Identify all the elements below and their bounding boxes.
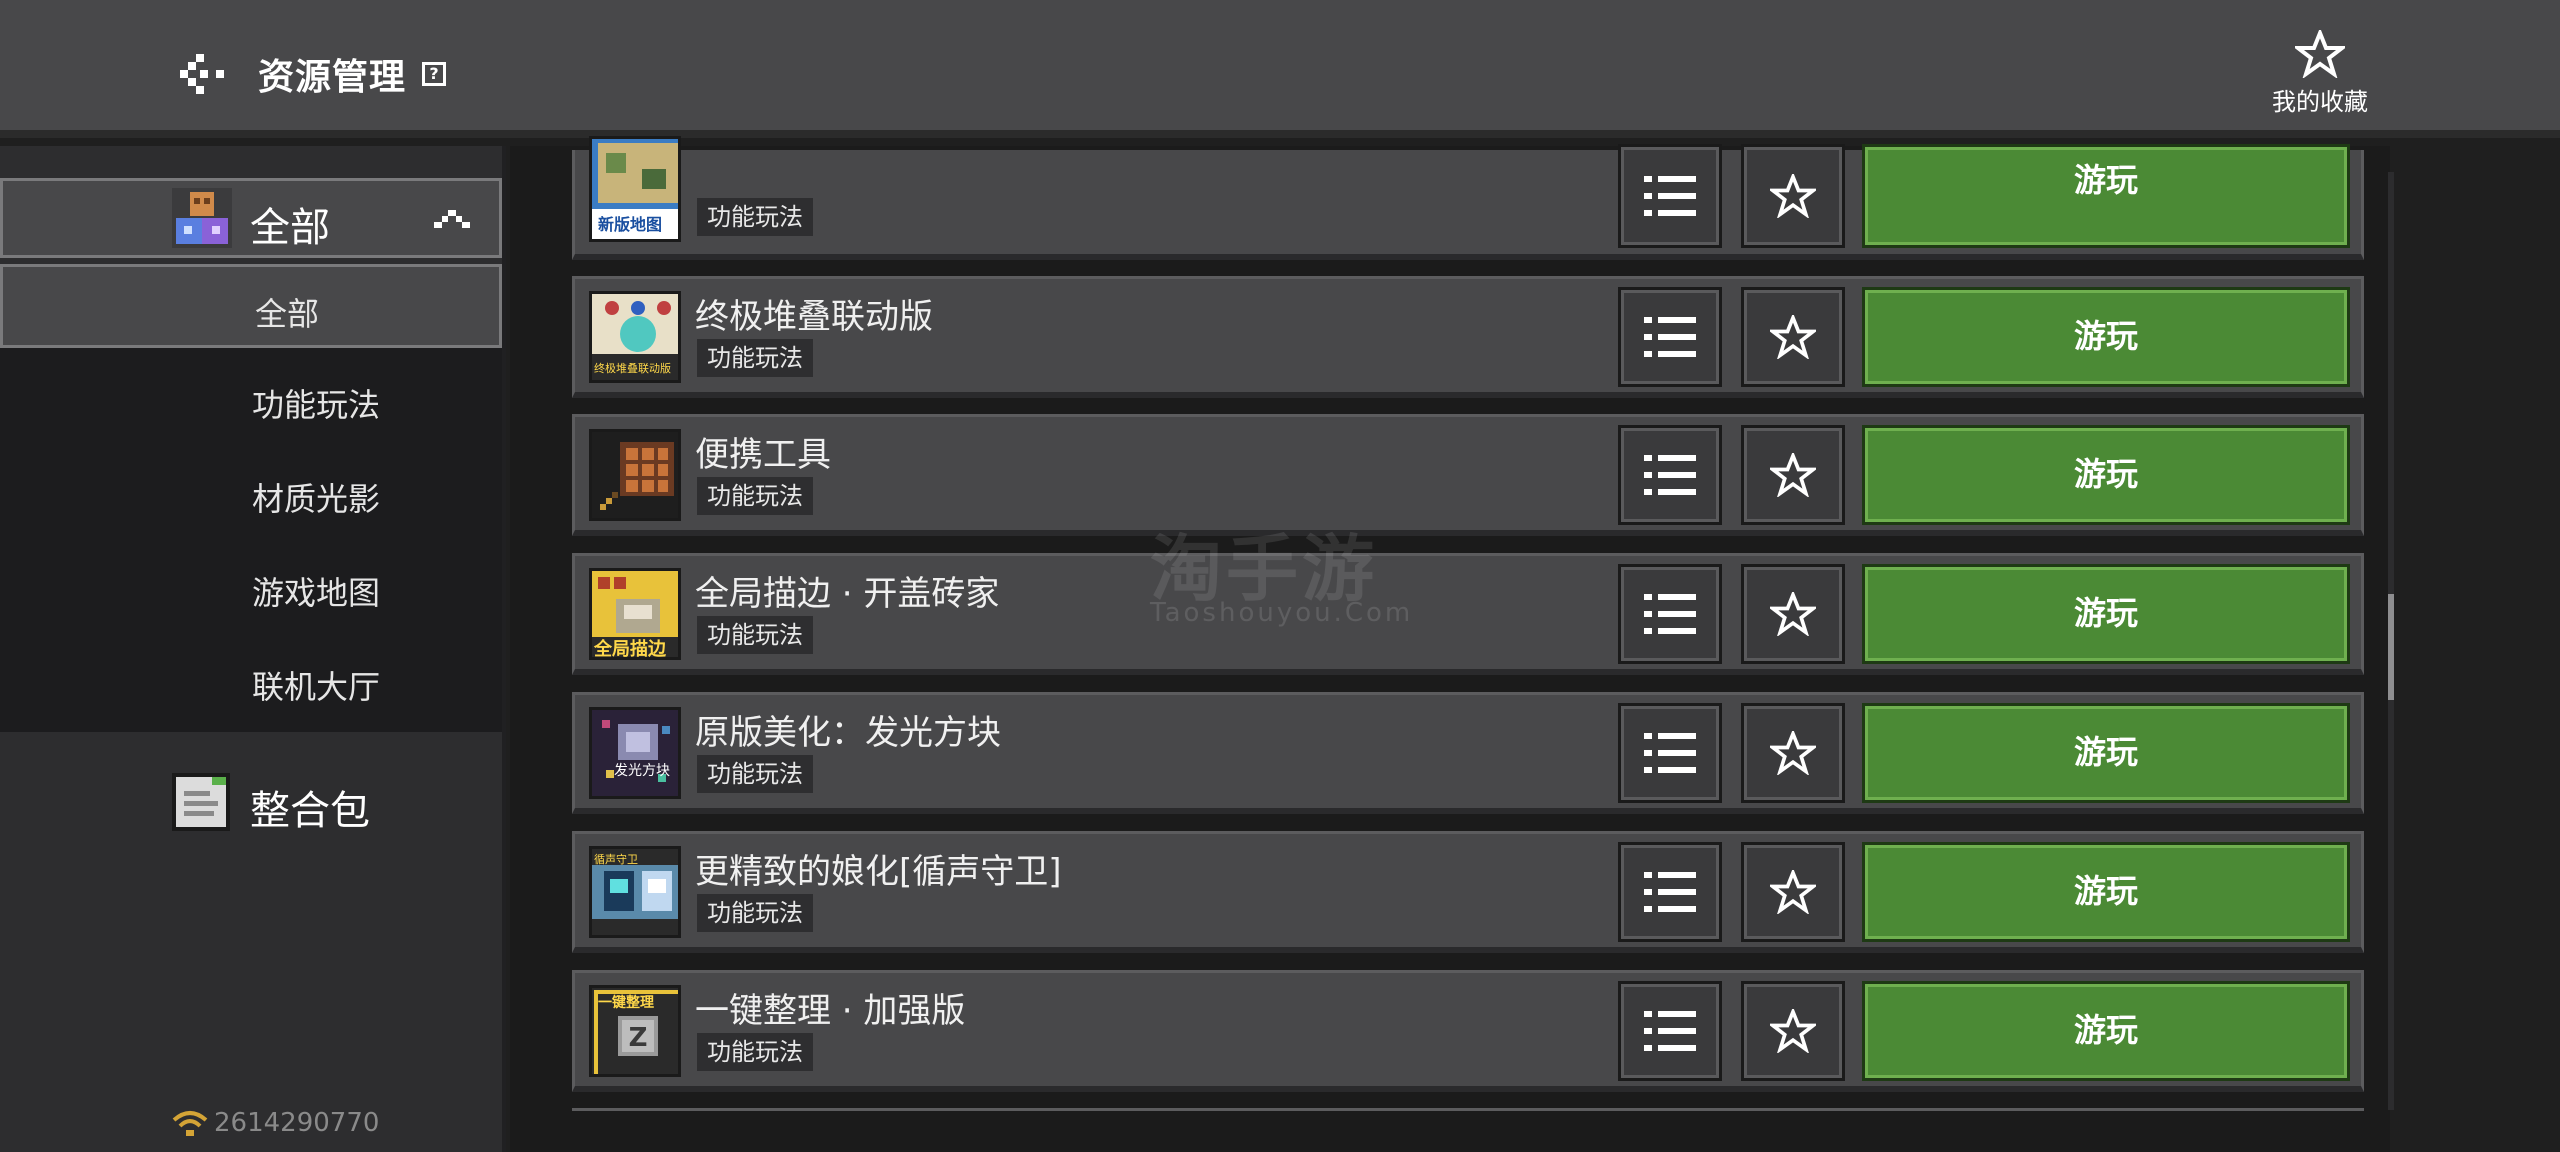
item-title: 便携工具 [695,435,831,475]
item-thumbnail: Z 一键整理 [589,985,681,1077]
details-button[interactable] [1618,287,1722,387]
thumbnail-label: 发光方块 [614,763,670,779]
favorite-button[interactable] [1741,287,1845,387]
sidebar-item-lobby[interactable]: 联机大厅 [0,640,502,724]
list-item[interactable]: 发光方块 原版美化：发光方块 功能玩法 游玩 [572,692,2364,814]
play-button[interactable]: 游玩 [1862,425,2350,525]
list-item[interactable]: Z 一键整理 一键整理 · 加强版 功能玩法 游玩 [572,970,2364,1092]
item-title: 全局描边 · 开盖砖家 [695,574,1000,614]
category-label: 全部 [250,205,330,251]
item-tag: 功能玩法 [697,1033,813,1071]
thumbnail-label: 新版地图 [598,215,663,234]
details-button[interactable] [1618,144,1722,248]
star-icon [1770,315,1816,359]
play-button[interactable]: 游玩 [1862,842,2350,942]
sidebar-item-label: 功能玩法 [252,386,381,424]
list-item[interactable]: 终极堆叠联动版 终极堆叠联动版 功能玩法 游玩 [572,276,2364,398]
list-bottom-divider [572,1108,2364,1111]
item-tag: 功能玩法 [697,755,813,793]
item-tag: 功能玩法 [697,477,813,515]
favorite-button[interactable] [1741,144,1845,248]
star-icon [1770,1009,1816,1053]
details-button[interactable] [1618,981,1722,1081]
list-icon [1644,1011,1696,1051]
user-id: 2614290770 [214,1108,380,1138]
favorite-button[interactable] [1741,981,1845,1081]
star-icon [1770,870,1816,914]
star-icon [1770,174,1816,218]
thumbnail-label: 一键整理 [598,995,654,1011]
collapse-icon[interactable] [432,208,472,230]
play-button[interactable]: 游玩 [1862,144,2350,248]
details-button[interactable] [1618,425,1722,525]
list-item[interactable]: 全局描边 全局描边 · 开盖砖家 功能玩法 游玩 [572,553,2364,675]
list-icon [1644,594,1696,634]
sub-category-list: 全部 功能玩法 材质光影 游戏地图 联机大厅 [0,264,502,732]
list-icon [1644,733,1696,773]
list-icon [1644,176,1696,216]
favorites-label: 我的收藏 [2272,88,2368,116]
play-button[interactable]: 游玩 [1862,981,2350,1081]
details-button[interactable] [1618,703,1722,803]
sidebar-item-all[interactable]: 全部 [0,264,502,348]
star-icon [1770,731,1816,775]
favorites-button[interactable]: 我的收藏 [2255,30,2385,120]
list-icon [1644,455,1696,495]
item-tag: 功能玩法 [697,339,813,377]
star-icon [1770,592,1816,636]
list-icon [1644,317,1696,357]
item-thumbnail: 循声守卫 [589,846,681,938]
details-button[interactable] [1618,842,1722,942]
item-tag: 功能玩法 [697,198,813,236]
help-icon[interactable]: ? [422,62,446,86]
item-thumbnail: 新版地图 [589,136,681,242]
play-button[interactable]: 游玩 [1862,703,2350,803]
sidebar-item-label: 联机大厅 [252,668,381,706]
sidebar-item-maps[interactable]: 游戏地图 [0,546,502,630]
list-icon [1644,872,1696,912]
item-thumbnail: 发光方块 [589,707,681,799]
item-thumbnail: 全局描边 [589,568,681,660]
sidebar-item-label: 游戏地图 [252,574,381,612]
list-item[interactable]: 新版地图 功能玩法 游玩 [572,136,2364,260]
cube-icon [172,188,232,248]
details-button[interactable] [1618,564,1722,664]
item-title: 原版美化：发光方块 [695,713,1001,753]
list-item[interactable]: 循声守卫 更精致的娘化[循声守卫] 功能玩法 游玩 [572,831,2364,953]
thumbnail-label: 全局描边 [594,639,666,660]
thumbnail-label: 终极堆叠联动版 [594,362,671,375]
item-title: 一键整理 · 加强版 [695,991,966,1031]
favorite-button[interactable] [1741,564,1845,664]
item-thumbnail [589,429,681,521]
star-icon [2295,30,2345,78]
top-bar: 资源管理 ? 我的收藏 [0,0,2560,138]
item-tag: 功能玩法 [697,616,813,654]
page-title: 资源管理 [258,57,407,98]
divider [502,146,506,1152]
favorite-button[interactable] [1741,842,1845,942]
favorite-button[interactable] [1741,425,1845,525]
item-thumbnail: 终极堆叠联动版 [589,291,681,383]
star-icon [1770,453,1816,497]
play-button[interactable]: 游玩 [1862,564,2350,664]
play-button[interactable]: 游玩 [1862,287,2350,387]
item-title: 更精致的娘化[循声守卫] [695,852,1062,892]
list-item[interactable]: 便携工具 功能玩法 游玩 [572,414,2364,536]
pack-label[interactable]: 整合包 [250,778,370,836]
sidebar-item-gameplay[interactable]: 功能玩法 [0,358,502,442]
scrollbar-thumb[interactable] [2388,594,2394,700]
svg-text:Z: Z [629,1023,648,1053]
sidebar-item-label: 材质光影 [252,480,381,518]
back-arrow-icon[interactable] [180,52,230,96]
item-title: 终极堆叠联动版 [695,297,933,337]
package-icon[interactable] [172,773,230,831]
sidebar-item-label: 全部 [255,295,320,333]
wifi-icon [170,1108,210,1138]
favorite-button[interactable] [1741,703,1845,803]
item-tag: 功能玩法 [697,894,813,932]
thumbnail-label: 循声守卫 [594,853,638,866]
sidebar-item-textures[interactable]: 材质光影 [0,452,502,536]
watermark-subtitle: Taoshouyou.Com [1150,598,1414,628]
